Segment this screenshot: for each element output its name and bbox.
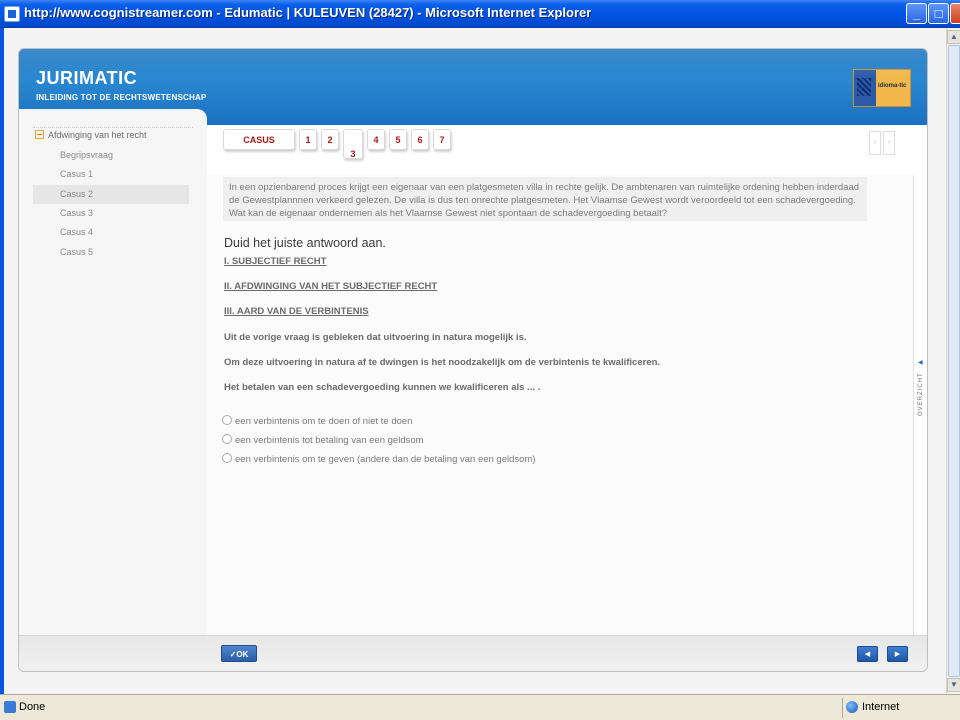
answer-prompt: Duid het juiste antwoord aan. — [224, 236, 386, 250]
globe-icon — [846, 701, 858, 714]
paragraph-2: Om deze uitvoering in natura af te dwing… — [224, 357, 661, 368]
idiomatic-logo: idioma-tic — [853, 69, 911, 107]
answer-option-1[interactable]: een verbintenis om te doen of niet te do… — [222, 415, 412, 427]
tab-7[interactable]: 7 — [433, 129, 451, 150]
status-zone: Internet — [846, 701, 900, 714]
radio-button[interactable] — [222, 453, 232, 463]
status-done: Done — [4, 701, 46, 714]
previous-button[interactable]: ◀ — [857, 646, 878, 662]
overzicht-label[interactable]: OVERZICHT — [918, 372, 924, 416]
heading-aard-verbintenis: III. AARD VAN DE VERBINTENIS — [224, 306, 369, 317]
sidebar-item-begripsvraag[interactable]: Begripsvraag — [33, 146, 189, 165]
question-text: In een opzienbarend proces krijgt een ei… — [223, 177, 867, 221]
tab-3-selected[interactable]: 3 — [343, 129, 363, 159]
sidebar-item-casus-5[interactable]: Casus 5 — [33, 243, 189, 262]
scroll-down-arrow-icon[interactable]: ▼ — [947, 678, 960, 692]
close-button[interactable] — [950, 3, 960, 24]
heading-afdwinging: II. AFDWINGING VAN HET SUBJECTIEF RECHT — [224, 281, 438, 292]
tab-casus[interactable]: CASUS — [223, 129, 295, 150]
sidebar-item-casus-4[interactable]: Casus 4 — [33, 223, 189, 242]
scroll-up-arrow-icon[interactable]: ▲ — [947, 30, 960, 44]
tabs-next-icon[interactable]: › — [883, 131, 895, 155]
ok-button[interactable]: ✓OK — [221, 645, 257, 662]
tab-2[interactable]: 2 — [321, 129, 339, 150]
tab-5[interactable]: 5 — [389, 129, 407, 150]
scroll-thumb[interactable] — [948, 45, 960, 677]
sidebar-item-casus-1[interactable]: Casus 1 — [33, 165, 189, 184]
sidebar-item-casus-3[interactable]: Casus 3 — [33, 204, 189, 223]
page-icon — [4, 701, 16, 714]
vertical-scrollbar[interactable]: ▲ ▼ — [946, 28, 960, 694]
app-subtitle: INLEIDING TOT DE RECHTSWETENSCHAP — [36, 93, 207, 102]
option-label: een verbintenis om te doen of niet te do… — [235, 416, 413, 427]
tree-root[interactable]: Afdwinging van het recht — [35, 130, 147, 140]
maximize-button[interactable]: □ — [928, 3, 949, 24]
minimize-button[interactable]: _ — [906, 3, 927, 24]
window-title-bar: http://www.cognistreamer.com - Edumatic … — [0, 0, 960, 28]
logo-pattern-icon — [854, 70, 876, 106]
sidebar-item-casus-2[interactable]: Casus 2 — [33, 185, 189, 204]
ie-icon — [4, 6, 20, 22]
option-label: een verbintenis om te geven (andere dan … — [235, 454, 536, 465]
tab-4[interactable]: 4 — [367, 129, 385, 150]
next-button[interactable]: ▶ — [887, 646, 908, 662]
jurimatic-app: JURIMATIC INLEIDING TOT DE RECHTSWETENSC… — [18, 48, 928, 672]
option-label: een verbintenis tot betaling van een gel… — [235, 435, 424, 446]
radio-button[interactable] — [222, 415, 232, 425]
zone-text: Internet — [862, 701, 900, 713]
status-text: Done — [19, 701, 46, 713]
tab-1[interactable]: 1 — [299, 129, 317, 150]
answer-option-3[interactable]: een verbintenis om te geven (andere dan … — [222, 453, 536, 465]
tab-6[interactable]: 6 — [411, 129, 429, 150]
app-title: JURIMATIC — [36, 68, 138, 88]
radio-button[interactable] — [222, 434, 232, 444]
status-divider — [842, 698, 843, 718]
paragraph-3: Het betalen van een schadevergoeding kun… — [224, 382, 541, 393]
paragraph-1: Uit de vorige vraag is gebleken dat uitv… — [224, 332, 527, 343]
answer-option-2[interactable]: een verbintenis tot betaling van een gel… — [222, 434, 424, 446]
tree-root-label: Afdwinging van het recht — [48, 130, 147, 140]
collapse-icon[interactable] — [35, 130, 44, 139]
expand-arrow-icon[interactable]: ◀ — [918, 359, 923, 366]
tabs-prev-icon[interactable]: ‹ — [869, 131, 881, 155]
app-footer — [19, 635, 927, 671]
status-bar: Done Internet — [0, 694, 960, 720]
logo-text: idioma-tic — [878, 83, 907, 89]
window-title: http://www.cognistreamer.com - Edumatic … — [24, 5, 592, 20]
tree-divider — [33, 127, 193, 128]
heading-subjectief-recht: I. SUBJECTIEF RECHT — [224, 256, 327, 267]
